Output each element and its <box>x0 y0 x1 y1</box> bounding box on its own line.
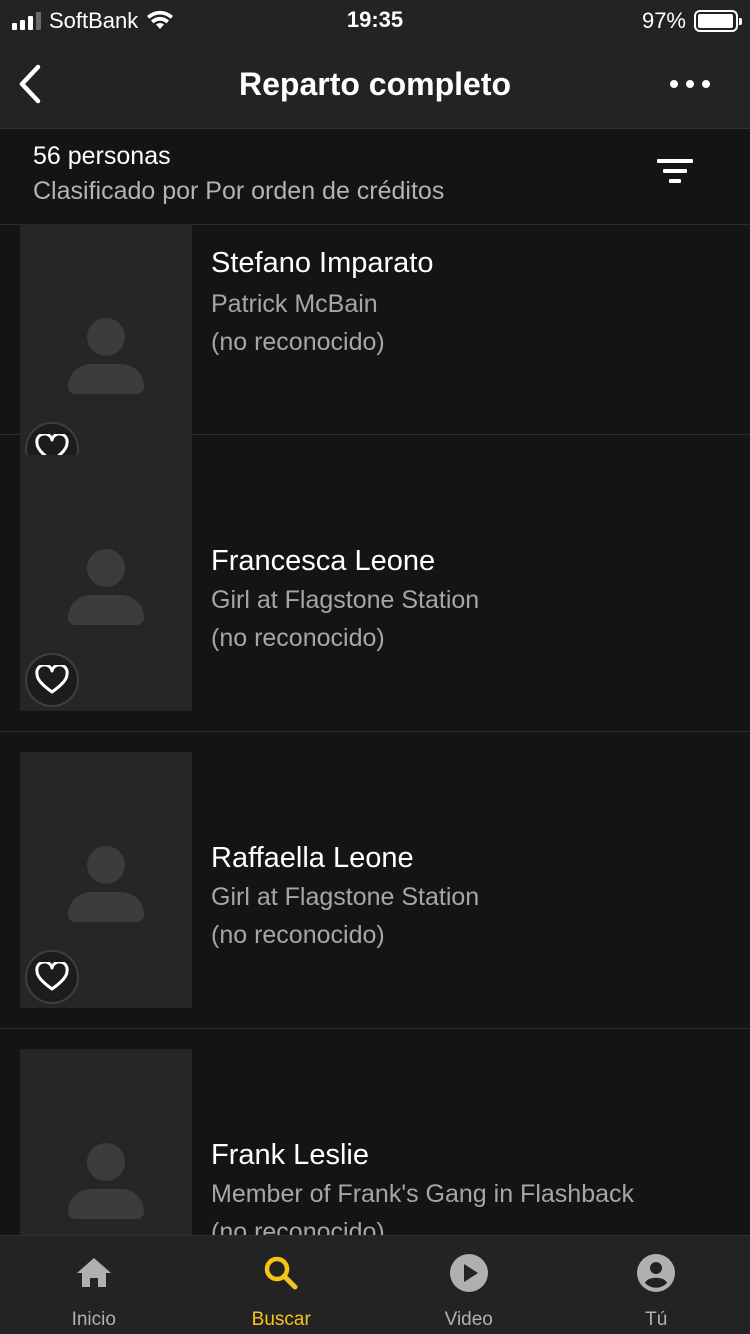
favorite-button[interactable] <box>25 950 79 1004</box>
actor-name[interactable]: Stefano Imparato <box>211 247 433 280</box>
credit-note: (no reconocido) <box>211 624 385 652</box>
screen: SoftBank 19:35 97% Reparto completo 56 p… <box>0 0 750 1334</box>
tab-profile[interactable]: Tú <box>563 1236 750 1334</box>
cast-row[interactable]: Stefano Imparato Patrick McBain (no reco… <box>0 225 750 480</box>
person-icon <box>87 846 125 884</box>
tab-label: Inicio <box>71 1309 116 1330</box>
battery-percent: 97% <box>641 8 686 33</box>
person-icon-body <box>68 364 144 394</box>
cast-row[interactable]: Raffaella Leone Girl at Flagstone Statio… <box>0 732 750 1029</box>
tab-bar: Inicio Buscar Video Tú <box>0 1235 750 1334</box>
cast-row[interactable]: Frank Leslie Member of Frank's Gang in F… <box>0 1029 750 1235</box>
person-icon-body <box>68 595 144 625</box>
home-icon <box>76 1258 111 1287</box>
search-icon <box>265 1256 298 1290</box>
character-name: Girl at Flagstone Station <box>211 883 480 911</box>
favorite-button[interactable] <box>25 653 79 707</box>
character-name: Girl at Flagstone Station <box>211 586 480 614</box>
actor-photo-placeholder <box>20 752 192 1008</box>
credit-note: (no reconocido) <box>211 328 385 356</box>
credit-note: (no reconocido) <box>211 921 385 949</box>
actor-photo-placeholder <box>20 455 192 711</box>
actor-name[interactable]: Raffaella Leone <box>211 842 414 875</box>
more-dot <box>686 80 694 88</box>
sort-order-label: Clasificado por Por orden de créditos <box>33 177 445 205</box>
tab-search[interactable]: Buscar <box>188 1236 376 1334</box>
cast-list: Stefano Imparato Patrick McBain (no reco… <box>0 225 750 1235</box>
more-dot <box>670 80 678 88</box>
person-icon-body <box>68 1189 144 1219</box>
tab-video[interactable]: Video <box>375 1236 563 1334</box>
clock: 19:35 <box>346 7 404 32</box>
person-icon <box>87 318 125 356</box>
filter-icon <box>657 159 693 183</box>
tab-label: Tú <box>645 1309 668 1330</box>
battery-group: 97% <box>641 7 742 35</box>
actor-photo-placeholder <box>20 1049 192 1235</box>
cast-row[interactable]: Francesca Leone Girl at Flagstone Statio… <box>0 435 750 732</box>
person-icon <box>87 1143 125 1181</box>
person-icon <box>87 549 125 587</box>
actor-name[interactable]: Francesca Leone <box>211 545 435 578</box>
character-name: Member of Frank's Gang in Flashback <box>211 1180 634 1208</box>
status-bar: SoftBank 19:35 97% <box>0 0 750 40</box>
person-icon-body <box>68 892 144 922</box>
sort-header: 56 personas Clasificado por Por orden de… <box>0 129 750 225</box>
play-icon <box>449 1254 488 1292</box>
actor-name[interactable]: Frank Leslie <box>211 1139 369 1172</box>
page-title: Reparto completo <box>238 66 512 102</box>
cast-count: 56 personas <box>33 142 171 170</box>
tab-label: Buscar <box>251 1309 311 1330</box>
character-name: Patrick McBain <box>211 290 378 318</box>
more-options-button[interactable] <box>670 74 710 94</box>
battery-icon <box>694 10 742 32</box>
heart-icon <box>35 665 69 694</box>
tab-label: Video <box>444 1309 493 1330</box>
nav-bar: Reparto completo <box>0 40 750 129</box>
profile-icon <box>637 1254 676 1292</box>
sort-filter-button[interactable] <box>656 157 694 187</box>
tab-home[interactable]: Inicio <box>0 1236 188 1334</box>
more-dot <box>702 80 710 88</box>
credit-note: (no reconocido) <box>211 1218 385 1235</box>
heart-icon <box>35 962 69 991</box>
